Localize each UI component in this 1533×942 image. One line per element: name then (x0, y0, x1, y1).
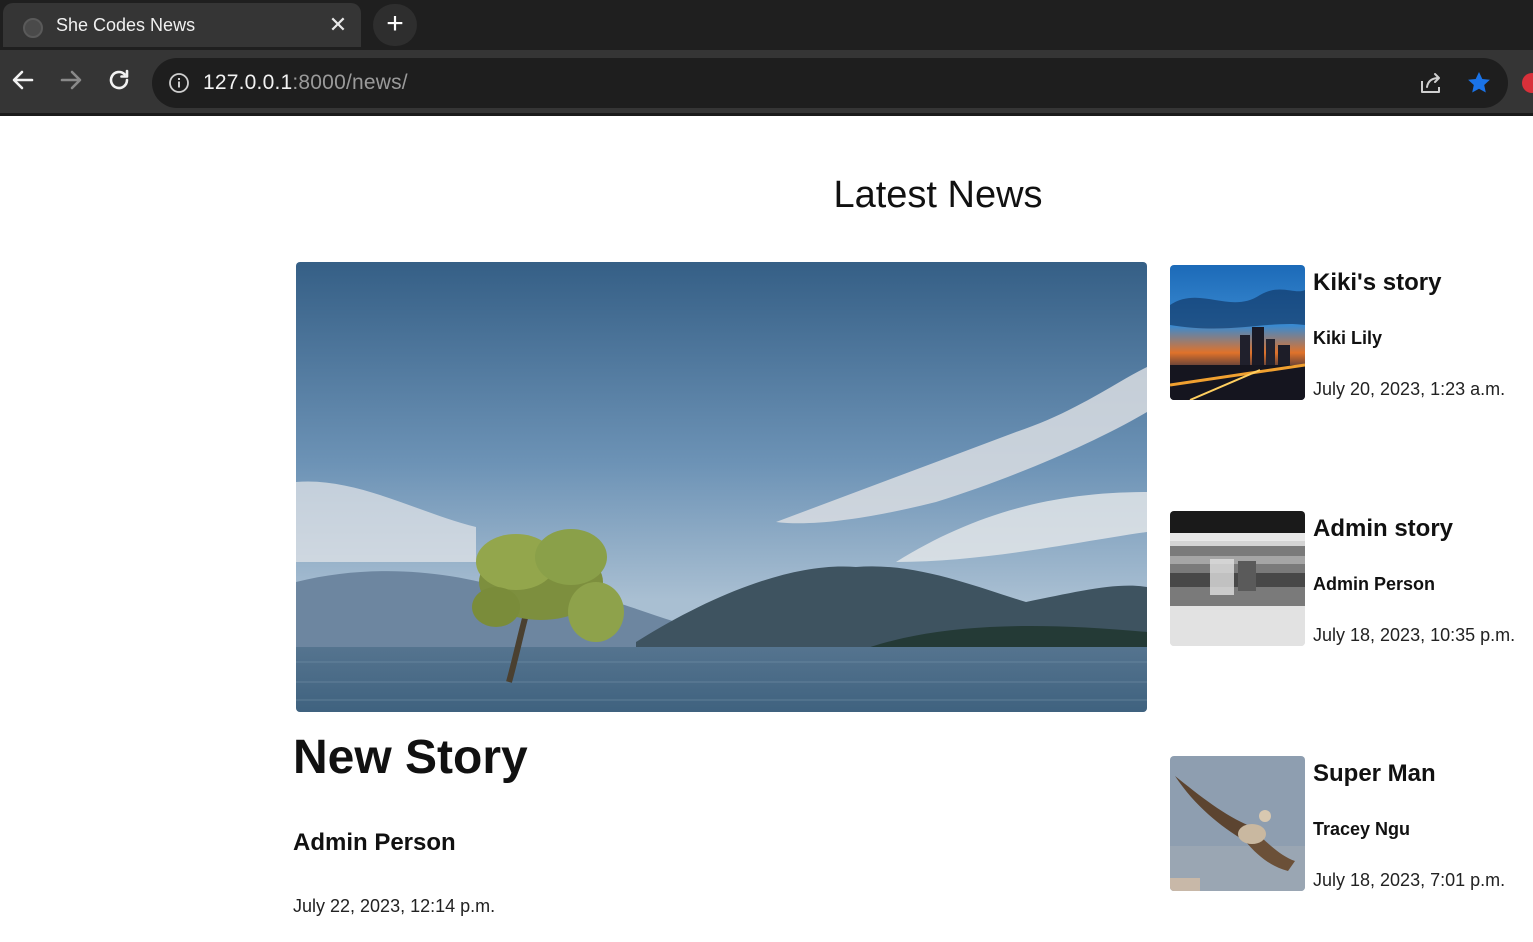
story-title[interactable]: Admin story (1313, 515, 1453, 543)
address-bar[interactable]: 127.0.0.1:8000/news/ (152, 58, 1508, 108)
url-text[interactable]: 127.0.0.1:8000/news/ (203, 71, 408, 95)
story-date: July 20, 2023, 1:23 a.m. (1313, 379, 1506, 399)
story-date: July 18, 2023, 7:01 p.m. (1313, 870, 1506, 890)
arrow-right-icon (60, 70, 82, 90)
reload-button[interactable] (101, 62, 137, 98)
story-thumbnail[interactable] (1170, 511, 1305, 646)
close-icon[interactable]: ✕ (325, 12, 351, 38)
share-icon[interactable] (1418, 70, 1444, 96)
new-tab-button[interactable]: + (373, 4, 417, 46)
back-button[interactable] (5, 62, 41, 98)
story-thumbnail[interactable] (1170, 265, 1305, 400)
globe-icon (23, 18, 43, 38)
arrow-left-icon (12, 70, 34, 90)
url-host: 127.0.0.1 (203, 71, 293, 94)
browser-tab[interactable]: She Codes News ✕ (3, 3, 361, 47)
story-title[interactable]: Super Man (1313, 760, 1436, 788)
reload-icon (109, 69, 129, 90)
story-author: Tracey Ngu (1313, 819, 1411, 839)
story-card[interactable]: Admin story Admin Person July 18, 2023, … (1170, 511, 1530, 651)
featured-story-title[interactable]: New Story (293, 730, 528, 785)
city-skyline-image (1170, 265, 1305, 400)
story-author: Admin Person (1313, 574, 1436, 594)
browser-toolbar: 127.0.0.1:8000/news/ (0, 50, 1533, 116)
story-card[interactable]: Super Man Tracey Ngu July 18, 2023, 7:01… (1170, 756, 1530, 896)
story-title[interactable]: Kiki's story (1313, 269, 1441, 297)
featured-story-image[interactable] (296, 262, 1147, 712)
featured-story-date: July 22, 2023, 12:14 p.m. (293, 896, 496, 916)
browser-tab-bar: She Codes News ✕ + (0, 0, 1533, 50)
extension-icon[interactable] (1522, 73, 1533, 93)
story-date: July 18, 2023, 10:35 p.m. (1313, 625, 1516, 645)
featured-story-author: Admin Person (293, 829, 456, 856)
story-author: Kiki Lily (1313, 328, 1383, 348)
subway-image (1170, 511, 1305, 646)
info-icon[interactable] (168, 72, 190, 94)
bookmark-star-icon[interactable] (1466, 70, 1492, 96)
tab-title: She Codes News (56, 15, 196, 35)
page-title: Latest News (833, 174, 1043, 216)
story-card[interactable]: Kiki's story Kiki Lily July 20, 2023, 1:… (1170, 265, 1530, 405)
forward-button[interactable] (53, 62, 89, 98)
story-thumbnail[interactable] (1170, 756, 1305, 891)
vulture-image (1170, 756, 1305, 891)
lake-tree-image (296, 262, 1147, 712)
url-path: :8000/news/ (292, 71, 408, 94)
news-page: Latest News New Story Admin Person July … (0, 116, 1533, 942)
